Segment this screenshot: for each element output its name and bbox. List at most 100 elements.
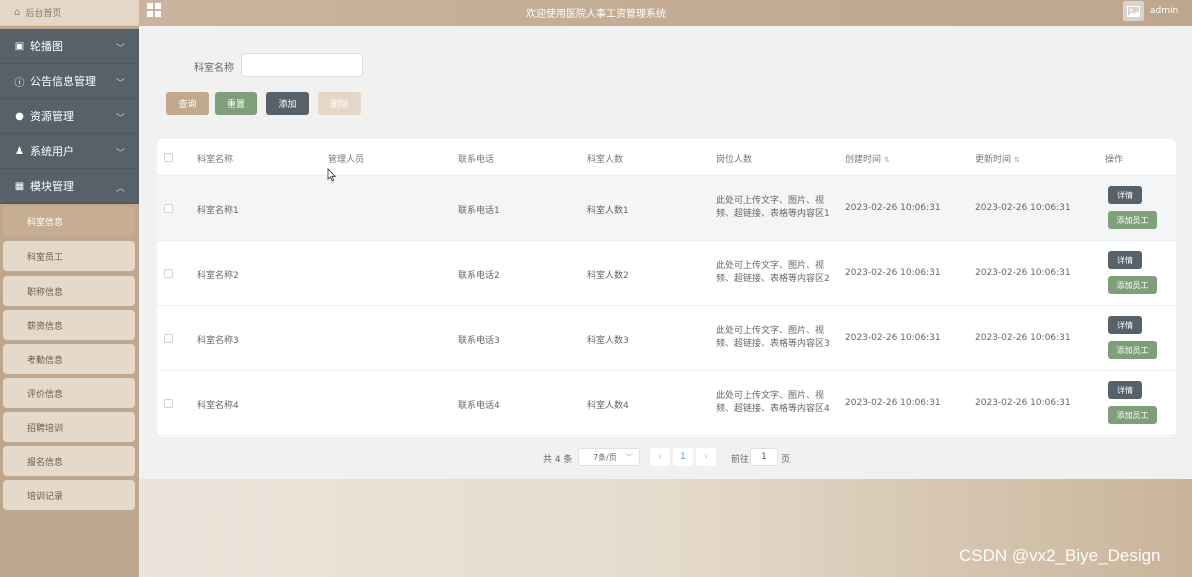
cell-posts: 此处可上传文字、图片、视 频、超链接、表格等内容区1 xyxy=(716,195,831,221)
sidebar-group-carousel[interactable]: ▣ 轮播图 ﹀ xyxy=(0,29,139,64)
cell-updated: 2023-02-26 10:06:31 xyxy=(975,333,1071,343)
page-suffix: 页 xyxy=(781,455,791,465)
select-all-checkbox[interactable] xyxy=(164,153,173,162)
chevron-down-icon: ﹀ xyxy=(115,114,125,124)
row-checkbox[interactable] xyxy=(164,334,173,343)
info-icon: ⓘ xyxy=(14,77,25,89)
cell-posts: 此处可上传文字、图片、视 频、超链接、表格等内容区3 xyxy=(716,325,831,351)
table-row[interactable]: 科室名称2 联系电话2 科室人数2 此处可上传文字、图片、视 频、超链接、表格等内… xyxy=(157,241,1176,306)
sidebar-group-notice[interactable]: ⓘ 公告信息管理 ﹀ xyxy=(0,64,139,99)
row-checkbox[interactable] xyxy=(164,269,173,278)
home-label: 后台首页 xyxy=(25,9,62,19)
user-icon: ♟ xyxy=(15,145,24,157)
sidebar-item-signup[interactable]: 报名信息 xyxy=(3,446,135,476)
detail-button[interactable]: 详情 xyxy=(1108,381,1142,399)
table-row[interactable]: 科室名称4 联系电话4 科室人数4 此处可上传文字、图片、视 频、超链接、表格等内… xyxy=(157,371,1176,436)
cell-count: 科室人数1 xyxy=(587,206,629,216)
detail-button[interactable]: 详情 xyxy=(1108,186,1142,204)
prev-page-button[interactable]: ‹ xyxy=(650,448,670,466)
cell-name: 科室名称3 xyxy=(197,336,239,346)
query-button[interactable]: 查询 xyxy=(166,92,209,115)
cell-updated: 2023-02-26 10:06:31 xyxy=(975,268,1071,278)
page-number[interactable]: 1 xyxy=(673,448,693,466)
chevron-down-icon: ﹀ xyxy=(625,453,633,462)
location-pin-icon: ● xyxy=(15,110,24,122)
detail-button[interactable]: 详情 xyxy=(1108,251,1142,269)
cell-created: 2023-02-26 10:06:31 xyxy=(845,203,941,213)
cell-created: 2023-02-26 10:06:31 xyxy=(845,333,941,343)
chevron-right-icon: › xyxy=(704,452,708,462)
cell-count: 科室人数3 xyxy=(587,336,629,346)
sidebar-item-attendance[interactable]: 考勤信息 xyxy=(3,344,135,374)
table-row[interactable]: 科室名称3 联系电话3 科室人数3 此处可上传文字、图片、视 频、超链接、表格等内… xyxy=(157,306,1176,371)
page-size-value: 7条/页 xyxy=(593,452,617,462)
sidebar-group-label: 资源管理 xyxy=(30,110,74,123)
search-label: 科室名称 xyxy=(194,63,234,74)
chevron-down-icon: ﹀ xyxy=(115,44,125,54)
cell-name: 科室名称4 xyxy=(197,401,239,411)
cell-posts: 此处可上传文字、图片、视 频、超链接、表格等内容区4 xyxy=(716,390,831,416)
sort-icon[interactable]: ⇅ xyxy=(1014,156,1020,164)
cell-posts-line: 此处可上传文字、图片、视 xyxy=(716,261,825,271)
sidebar-item-department[interactable]: 科室信息 xyxy=(3,206,135,236)
sidebar-item-training[interactable]: 培训记录 xyxy=(3,480,135,510)
next-page-button[interactable]: › xyxy=(696,448,716,466)
column-header: 联系电话 xyxy=(458,155,495,165)
sidebar-item-titles[interactable]: 职称信息 xyxy=(3,276,135,306)
column-header: 管理人员 xyxy=(328,155,365,165)
detail-button[interactable]: 详情 xyxy=(1108,316,1142,334)
cell-posts-line: 此处可上传文字、图片、视 xyxy=(716,391,825,401)
cell-updated: 2023-02-26 10:06:31 xyxy=(975,203,1071,213)
sidebar-group-users[interactable]: ♟ 系统用户 ﹀ xyxy=(0,134,139,169)
pagination-total: 共 4 条 xyxy=(543,455,573,465)
page-size-select[interactable]: 7条/页 ﹀ xyxy=(578,448,640,466)
add-button[interactable]: 添加 xyxy=(266,92,309,115)
sidebar-group-label: 轮播图 xyxy=(30,40,63,53)
department-name-input[interactable] xyxy=(241,53,363,77)
cell-created: 2023-02-26 10:06:31 xyxy=(845,398,941,408)
delete-button[interactable]: 删除 xyxy=(318,92,361,115)
add-staff-button[interactable]: 添加员工 xyxy=(1108,276,1157,294)
sort-icon[interactable]: ⇅ xyxy=(884,156,890,164)
row-checkbox[interactable] xyxy=(164,204,173,213)
cell-posts-line: 频、超链接、表格等内容区3 xyxy=(716,339,830,349)
add-staff-button[interactable]: 添加员工 xyxy=(1108,211,1157,229)
reset-button[interactable]: 重置 xyxy=(215,92,257,115)
cell-phone: 联系电话4 xyxy=(458,401,500,411)
cell-phone: 联系电话3 xyxy=(458,336,500,346)
column-header-sortable[interactable]: 更新时间 ⇅ xyxy=(975,152,1020,165)
cell-phone: 联系电话1 xyxy=(458,206,500,216)
cell-name: 科室名称2 xyxy=(197,271,239,281)
chevron-left-icon: ‹ xyxy=(658,452,662,462)
user-name[interactable]: admin xyxy=(1150,6,1178,16)
home-link[interactable]: ⌂ 后台首页 xyxy=(0,0,139,26)
sidebar-item-evaluation[interactable]: 评价信息 xyxy=(3,378,135,408)
add-staff-button[interactable]: 添加员工 xyxy=(1108,406,1157,424)
sidebar-group-modules[interactable]: ▦ 模块管理 ︿ xyxy=(0,169,139,204)
table-header: 科室名称 管理人员 联系电话 科室人数 岗位人数 创建时间 ⇅ 更新时间 ⇅ 操作 xyxy=(157,139,1176,176)
sidebar-item-staff[interactable]: 科室员工 xyxy=(3,241,135,271)
chevron-down-icon: ﹀ xyxy=(115,149,125,159)
cell-count: 科室人数2 xyxy=(587,271,629,281)
column-header: 操作 xyxy=(1105,155,1124,165)
cell-phone: 联系电话2 xyxy=(458,271,500,281)
watermark: CSDN @vx2_Biye_Design xyxy=(959,546,1161,565)
site-title: 欢迎使用医院人事工资管理系统 xyxy=(526,9,666,20)
column-header-label: 更新时间 xyxy=(975,155,1012,165)
cell-posts-line: 频、超链接、表格等内容区2 xyxy=(716,274,830,284)
table-row[interactable]: 科室名称1 联系电话1 科室人数1 此处可上传文字、图片、视 频、超链接、表格等内… xyxy=(157,176,1176,241)
grid-icon: ▦ xyxy=(14,180,25,192)
sidebar-item-salary[interactable]: 薪资信息 xyxy=(3,310,135,340)
chevron-up-icon: ︿ xyxy=(115,184,125,194)
column-header-sortable[interactable]: 创建时间 ⇅ xyxy=(845,152,890,165)
sidebar-group-label: 公告信息管理 xyxy=(30,75,96,88)
image-icon: ▣ xyxy=(14,40,25,52)
goto-page-input[interactable]: 1 xyxy=(750,448,778,466)
sidebar-item-recruitment[interactable]: 招聘培训 xyxy=(3,412,135,442)
avatar[interactable] xyxy=(1123,1,1144,21)
sidebar-group-resources[interactable]: ● 资源管理 ﹀ xyxy=(0,99,139,134)
row-checkbox[interactable] xyxy=(164,399,173,408)
add-staff-button[interactable]: 添加员工 xyxy=(1108,341,1157,359)
cell-updated: 2023-02-26 10:06:31 xyxy=(975,398,1071,408)
image-placeholder-icon xyxy=(1127,5,1140,17)
